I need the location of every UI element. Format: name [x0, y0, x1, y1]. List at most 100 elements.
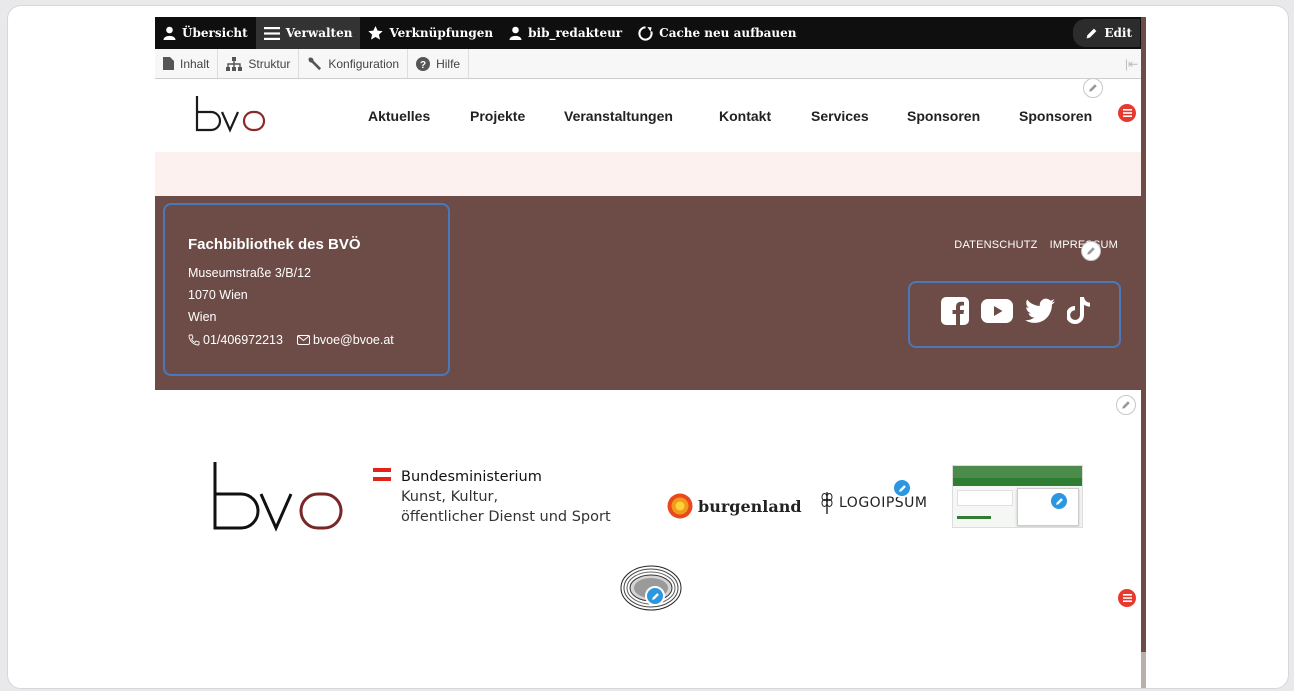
address-zip: 1070 Wien	[188, 288, 248, 302]
toolbar-item-label: Verknüpfungen	[389, 26, 494, 40]
block-badge-icon[interactable]	[1118, 589, 1136, 607]
email-link[interactable]: bvoe@bvoe.at	[296, 333, 394, 347]
main-nav: Aktuelles Projekte Veranstaltungen Konta…	[368, 108, 1092, 124]
logoipsum-logo[interactable]: LOGOIPSUM	[821, 492, 927, 514]
scrollbar-track[interactable]	[1141, 17, 1146, 688]
nav-item-services[interactable]: Services	[811, 108, 907, 124]
edit-image-icon[interactable]	[892, 478, 912, 498]
menu-icon	[263, 26, 280, 40]
subbar-item-konfiguration[interactable]: Konfiguration	[299, 49, 409, 78]
phone-text: 01/406972213	[203, 333, 283, 347]
toolbar-item-label: bib_redakteur	[528, 26, 623, 40]
pencil-icon	[651, 592, 659, 600]
person-icon	[509, 26, 522, 40]
nav-item-sponsoren-2[interactable]: Sponsoren	[1019, 108, 1092, 124]
footer-title: Fachbibliothek des BVÖ	[188, 236, 361, 253]
austria-flag-icon	[373, 468, 391, 481]
nav-item-aktuelles[interactable]: Aktuelles	[368, 108, 470, 124]
subbar-item-label: Konfiguration	[328, 56, 400, 71]
contextual-edit-icon[interactable]	[1081, 241, 1101, 261]
toolbar-item-user[interactable]: bib_redakteur	[501, 17, 630, 49]
pencil-icon	[1089, 84, 1097, 92]
hero-band	[155, 152, 1146, 196]
admin-toolbar: Übersicht Verwalten Verknüpfungen bib_re…	[155, 17, 1146, 49]
burgenland-logo[interactable]: burgenland	[667, 493, 802, 519]
edit-label: Edit	[1104, 26, 1132, 40]
pencil-icon	[1122, 401, 1130, 409]
subbar-item-label: Struktur	[248, 56, 291, 71]
ministry-logo[interactable]: Bundesministerium Kunst, Kultur, öffentl…	[373, 467, 648, 529]
toolbar-item-cache[interactable]: Cache neu aufbauen	[630, 17, 804, 49]
toolbar-item-verknuepfungen[interactable]: Verknüpfungen	[360, 17, 501, 49]
nav-item-projekte[interactable]: Projekte	[470, 108, 564, 124]
pencil-icon	[898, 484, 906, 492]
thumb-underline	[957, 516, 991, 519]
toolbar-item-uebersicht[interactable]: Übersicht	[155, 17, 256, 49]
mail-icon	[296, 335, 310, 345]
nav-item-veranstaltungen[interactable]: Veranstaltungen	[564, 108, 719, 124]
ministry-line-2: Kunst, Kultur,	[401, 489, 499, 505]
thumb-dialog	[1017, 488, 1079, 526]
bvo-sponsor-logo[interactable]	[211, 460, 346, 532]
contact-row: 01/406972213 bvoe@bvoe.at	[188, 333, 394, 347]
subbar-item-struktur[interactable]: Struktur	[218, 49, 300, 78]
page-icon	[163, 57, 174, 70]
subbar-item-label: Inhalt	[180, 56, 210, 71]
ministry-name: Bundesministerium Kunst, Kultur, öffentl…	[401, 467, 611, 527]
pencil-icon	[1086, 28, 1097, 38]
wrench-icon	[308, 57, 322, 71]
list-icon	[1122, 109, 1132, 117]
toolbar-item-label: Übersicht	[182, 26, 248, 40]
site-footer: Fachbibliothek des BVÖ Museumstraße 3/B/…	[155, 196, 1146, 390]
pencil-icon	[1055, 497, 1063, 505]
sitemap-icon	[226, 56, 243, 71]
burgenland-text: burgenland	[698, 496, 802, 516]
ministry-line-1: Bundesministerium	[401, 469, 542, 485]
subbar-item-inhalt[interactable]: Inhalt	[155, 49, 219, 78]
toolbar-item-label: Cache neu aufbauen	[659, 26, 797, 40]
facebook-icon[interactable]	[941, 297, 969, 325]
edit-toggle-button[interactable]: Edit	[1073, 19, 1140, 47]
twitter-icon[interactable]	[1025, 298, 1055, 324]
collapse-icon[interactable]: |⇤	[1125, 57, 1138, 71]
page-viewport: Übersicht Verwalten Verknüpfungen bib_re…	[155, 17, 1146, 688]
bvo-logo[interactable]	[194, 94, 269, 134]
address-city: Wien	[188, 310, 217, 324]
ministry-line-3: öffentlicher Dienst und Sport	[401, 509, 611, 525]
person-icon	[163, 26, 176, 40]
scrollbar-thumb[interactable]	[1141, 652, 1146, 688]
email-text: bvoe@bvoe.at	[312, 333, 394, 347]
phone-link[interactable]: 01/406972213	[188, 333, 283, 347]
nav-item-sponsoren[interactable]: Sponsoren	[907, 108, 1019, 124]
contextual-edit-icon[interactable]	[1083, 78, 1103, 98]
browser-frame: Übersicht Verwalten Verknüpfungen bib_re…	[7, 5, 1289, 689]
pencil-icon	[1087, 247, 1095, 255]
thumb-header	[953, 466, 1082, 478]
social-links	[941, 297, 1091, 325]
subbar-item-label: Hilfe	[436, 56, 461, 71]
tiktok-icon[interactable]	[1067, 297, 1091, 325]
datenschutz-link[interactable]: DATENSCHUTZ	[954, 239, 1037, 251]
toolbar-item-verwalten[interactable]: Verwalten	[255, 17, 361, 49]
sun-icon	[667, 493, 693, 519]
nav-item-kontakt[interactable]: Kontakt	[719, 108, 811, 124]
contextual-edit-icon[interactable]	[1116, 395, 1136, 415]
thumb-panel	[957, 490, 1013, 506]
admin-subbar: Inhalt Struktur Konfiguration ? Hilfe |⇤	[155, 49, 1146, 79]
star-icon	[368, 26, 384, 40]
refresh-icon	[638, 25, 653, 41]
edit-image-icon[interactable]	[645, 586, 665, 606]
address-street: Museumstraße 3/B/12	[188, 266, 311, 280]
edit-image-icon[interactable]	[1049, 491, 1069, 511]
site-header: Aktuelles Projekte Veranstaltungen Konta…	[155, 78, 1146, 152]
logoipsum-text: LOGOIPSUM	[839, 495, 928, 511]
help-icon: ?	[416, 56, 431, 71]
thumb-bar	[953, 478, 1082, 486]
phone-icon	[188, 334, 200, 346]
block-badge-icon[interactable]	[1118, 104, 1136, 122]
youtube-icon[interactable]	[981, 299, 1013, 323]
sponsors-section: Bundesministerium Kunst, Kultur, öffentl…	[155, 390, 1146, 688]
wheat-icon	[821, 492, 833, 514]
toolbar-item-label: Verwalten	[285, 26, 353, 40]
subbar-item-hilfe[interactable]: ? Hilfe	[408, 49, 470, 78]
